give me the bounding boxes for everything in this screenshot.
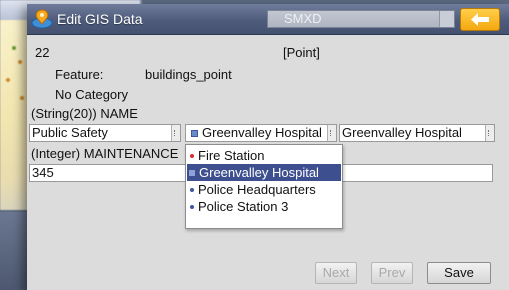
option-label: Police Headquarters <box>198 182 316 197</box>
dropdown-option[interactable]: Police Headquarters <box>187 181 341 198</box>
back-button[interactable] <box>460 8 500 31</box>
option-label: Greenvalley Hospital <box>199 165 319 180</box>
dialog-titlebar: Edit GIS Data SMXD <box>27 4 509 35</box>
chevron-down-icon <box>485 125 494 141</box>
prev-button[interactable]: Prev <box>371 262 413 284</box>
category-label: No Category <box>55 87 128 102</box>
option-label: Police Station 3 <box>198 199 289 214</box>
dialog-title: Edit GIS Data <box>57 11 143 27</box>
bullet-icon <box>190 187 194 192</box>
bullet-icon <box>190 204 194 209</box>
chevron-down-icon <box>439 11 454 27</box>
dropdown-option[interactable]: Fire Station <box>187 147 341 164</box>
feature-value: buildings_point <box>145 67 232 82</box>
feature-label: Feature: <box>55 67 104 82</box>
chevron-down-icon <box>171 125 180 141</box>
back-arrow-icon <box>471 13 489 26</box>
map-point-marker <box>18 60 22 64</box>
globe-pin-icon <box>31 9 53 29</box>
name-field-label: (String(20)) NAME <box>31 106 138 121</box>
geometry-type: [Point] <box>283 45 320 60</box>
maintenance-value: 345 <box>32 165 54 180</box>
next-button[interactable]: Next <box>315 262 357 284</box>
option-label: Fire Station <box>198 148 265 163</box>
save-button[interactable]: Save <box>427 262 491 284</box>
map-point-marker <box>6 78 10 82</box>
bullet-icon <box>190 153 194 158</box>
dropdown-option[interactable]: Police Station 3 <box>187 198 341 215</box>
layer-select-dropdown[interactable]: SMXD <box>267 10 455 28</box>
name-category-select[interactable]: Public Safety <box>29 124 181 142</box>
dialog-content: 22 [Point] Feature: buildings_point No C… <box>27 35 509 290</box>
name-options-dropdown: Fire Station Greenvalley Hospital Police… <box>185 144 343 229</box>
name-value-select[interactable]: Greenvalley Hospital <box>185 124 337 142</box>
option-marker-icon <box>191 129 198 137</box>
name-text-input[interactable]: Greenvalley Hospital <box>339 124 495 142</box>
layer-select-value: SMXD <box>284 11 322 26</box>
chevron-down-icon <box>327 125 336 141</box>
record-id: 22 <box>35 45 50 60</box>
edit-gis-data-dialog: Edit GIS Data SMXD 22 [Point] Feature: b… <box>27 4 509 290</box>
map-point-marker <box>20 96 24 100</box>
bullet-icon <box>189 169 195 176</box>
maintenance-field-label: (Integer) MAINTENANCE <box>31 146 179 161</box>
name-text-value: Greenvalley Hospital <box>342 125 462 140</box>
dropdown-option-selected[interactable]: Greenvalley Hospital <box>187 164 341 181</box>
map-point-marker <box>12 46 16 50</box>
name-value-selected: Greenvalley Hospital <box>202 125 322 140</box>
name-category-value: Public Safety <box>32 125 108 140</box>
